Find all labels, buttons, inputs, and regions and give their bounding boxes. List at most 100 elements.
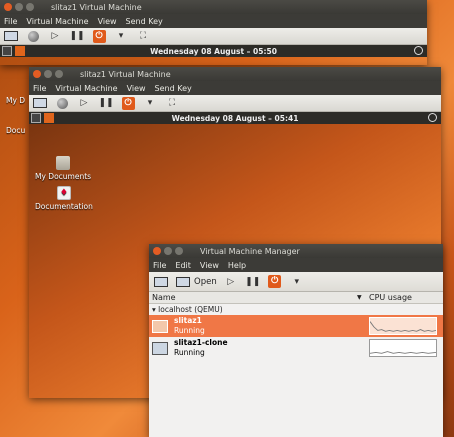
maximize-button[interactable] (55, 70, 63, 78)
vm-name: slitaz1-clone (174, 338, 228, 347)
column-header: Name ▼ CPU usage (149, 292, 443, 304)
menu-help[interactable]: Help (228, 261, 246, 270)
monitor-icon (175, 275, 191, 288)
vm-row[interactable]: slitaz1-clone Running (149, 337, 443, 359)
titlebar[interactable]: slitaz1 Virtual Machine (29, 67, 441, 81)
menubar: File Virtual Machine View Send Key (0, 14, 427, 28)
menubar: File Virtual Machine View Send Key (29, 81, 441, 95)
menu-view[interactable]: View (98, 17, 117, 26)
power-icon: ⏻ (92, 29, 106, 43)
minimize-button[interactable] (164, 247, 172, 255)
power-icon: ⏻ (268, 275, 282, 288)
pause-icon: ❚❚ (98, 98, 114, 108)
minimize-button[interactable] (44, 70, 52, 78)
fullscreen-button[interactable]: ⛶ (135, 30, 151, 43)
menu-view[interactable]: View (200, 261, 219, 270)
pause-icon: ❚❚ (245, 276, 261, 287)
column-cpu-usage[interactable]: CPU usage (369, 293, 412, 302)
new-vm-button[interactable] (153, 275, 169, 288)
run-button[interactable]: ▷ (223, 275, 239, 288)
open-button[interactable]: Open (175, 275, 217, 288)
vm-icon (152, 319, 168, 333)
menu-virtual-machine[interactable]: Virtual Machine (55, 84, 117, 93)
shutdown-menu[interactable]: ▾ (113, 30, 129, 43)
chevron-down-icon: ▾ (294, 276, 299, 287)
guest-top-panel: Wednesday 08 August – 05:50 (0, 45, 427, 57)
pause-button[interactable]: ❚❚ (69, 30, 85, 43)
vmm-window: Virtual Machine Manager File Edit View H… (149, 244, 443, 437)
shutdown-menu[interactable]: ▾ (289, 275, 305, 288)
pause-button[interactable]: ❚❚ (98, 97, 114, 110)
shutdown-menu[interactable]: ▾ (142, 97, 158, 110)
minimize-button[interactable] (15, 3, 23, 11)
titlebar[interactable]: Virtual Machine Manager (149, 244, 443, 258)
desktop-icon-label: Documentation (35, 202, 93, 211)
shutdown-button[interactable]: ⏻ (91, 29, 107, 43)
menu-file[interactable]: File (4, 17, 17, 26)
run-button[interactable]: ▷ (47, 30, 63, 43)
shutdown-button[interactable]: ⏻ (267, 275, 283, 288)
open-label: Open (194, 276, 217, 287)
background-desktop-label: My D (6, 96, 26, 105)
details-button[interactable] (54, 97, 70, 110)
vm-window-back: slitaz1 Virtual Machine File Virtual Mac… (0, 0, 427, 65)
chevron-down-icon: ▾ (147, 98, 153, 108)
menu-view[interactable]: View (127, 84, 146, 93)
maximize-button[interactable] (26, 3, 34, 11)
shutdown-button[interactable]: ⏻ (120, 96, 136, 110)
fullscreen-button[interactable]: ⛶ (164, 97, 180, 110)
details-button[interactable] (25, 30, 41, 43)
close-button[interactable] (4, 3, 12, 11)
toolbar: ▷ ❚❚ ⏻ ▾ ⛶ (29, 95, 441, 112)
vm-status: Running (174, 326, 205, 335)
vm-status: Running (174, 348, 205, 357)
host-name: localhost (QEMU) (158, 305, 223, 314)
power-icon[interactable] (428, 113, 437, 122)
guest-top-panel: Wednesday 08 August – 05:41 (29, 112, 441, 124)
close-button[interactable] (153, 247, 161, 255)
fullscreen-icon: ⛶ (168, 98, 176, 108)
toolbar: ▷ ❚❚ ⏻ ▾ ⛶ (0, 28, 427, 45)
close-button[interactable] (33, 70, 41, 78)
column-name[interactable]: Name (152, 293, 176, 302)
power-icon[interactable] (414, 46, 423, 55)
desktop-icon-label: My Documents (35, 172, 92, 181)
menu-send-key[interactable]: Send Key (155, 84, 192, 93)
toolbar: Open ▷ ❚❚ ⏻ ▾ (149, 272, 443, 292)
background-desktop-label: Docu (6, 126, 26, 135)
clock: Wednesday 08 August – 05:41 (171, 113, 299, 123)
host-row[interactable]: ▾ localhost (QEMU) (149, 304, 443, 315)
monitor-icon (33, 98, 47, 108)
sort-icon[interactable]: ▼ (357, 294, 362, 301)
fullscreen-icon: ⛶ (139, 31, 147, 41)
menubar: File Edit View Help (149, 258, 443, 272)
run-button[interactable]: ▷ (76, 97, 92, 110)
document-icon: ♦ (56, 186, 71, 200)
menu-file[interactable]: File (153, 261, 166, 270)
window-title: slitaz1 Virtual Machine (51, 2, 142, 12)
maximize-button[interactable] (175, 247, 183, 255)
console-button[interactable] (32, 97, 48, 110)
pause-button[interactable]: ❚❚ (245, 275, 261, 288)
play-icon: ▷ (227, 276, 235, 287)
menu-send-key[interactable]: Send Key (126, 17, 163, 26)
chevron-down-icon: ▾ (118, 31, 124, 41)
desktop-icon-documentation[interactable]: ♦ Documentation (35, 186, 93, 211)
info-icon (27, 30, 39, 42)
menu-virtual-machine[interactable]: Virtual Machine (26, 17, 88, 26)
vm-name: slitaz1 (174, 316, 202, 325)
vm-row[interactable]: slitaz1 Running (149, 315, 443, 337)
monitor-icon (4, 31, 18, 41)
cpu-usage-graph (369, 339, 437, 357)
console-button[interactable] (3, 30, 19, 43)
power-icon: ⏻ (121, 96, 135, 110)
folder-icon (56, 156, 71, 170)
menu-file[interactable]: File (33, 84, 46, 93)
desktop-icon-my-documents[interactable]: My Documents (35, 156, 91, 181)
vm-icon (152, 341, 168, 355)
titlebar[interactable]: slitaz1 Virtual Machine (0, 0, 427, 14)
window-title: Virtual Machine Manager (200, 246, 300, 256)
cpu-usage-graph (369, 317, 437, 335)
info-icon (56, 97, 68, 109)
menu-edit[interactable]: Edit (175, 261, 191, 270)
